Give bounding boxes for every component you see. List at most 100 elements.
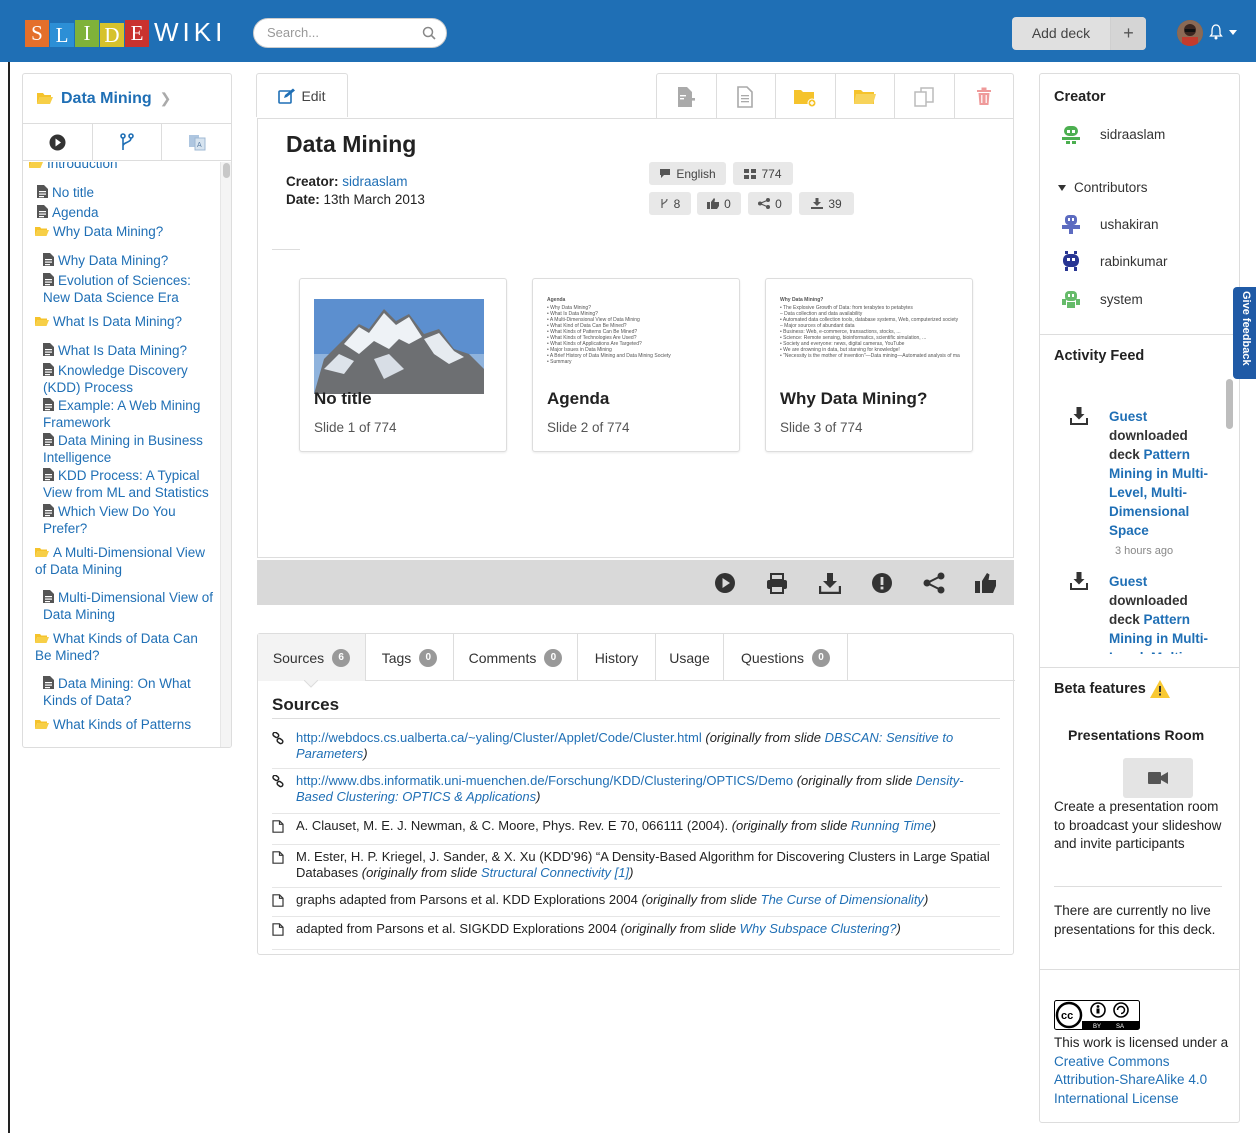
thumbs-up-icon[interactable]	[975, 572, 997, 594]
slide-card[interactable]: Agenda • Why Data Mining? • What Is Data M…	[532, 278, 740, 452]
origin-slide-link[interactable]: Running Time	[851, 818, 932, 833]
license-link[interactable]: Creative Commons Attribution-ShareAlike …	[1054, 1054, 1207, 1106]
folder-icon	[35, 315, 49, 331]
cc-by-sa-license-badge[interactable]: cc BY SA	[1054, 1000, 1140, 1030]
user-avatar[interactable]	[1177, 20, 1203, 46]
tree-slide-item[interactable]: No title	[37, 185, 217, 202]
tab-tags[interactable]: Tags 0	[366, 634, 454, 681]
duplicate-slide-button[interactable]	[717, 74, 776, 119]
contributor-username: rabinkumar	[1100, 253, 1168, 269]
thumbnail-line: • Summary	[547, 359, 572, 365]
tree-folder-item[interactable]: What Is Data Mining?	[35, 314, 215, 331]
cc-sa-text: SA	[1116, 1024, 1124, 1030]
slide-thumbnail-text: Agenda • Why Data Mining? • What Is Data M…	[547, 297, 727, 365]
beta-features-heading: Beta features	[1054, 679, 1171, 699]
deck-tree-title[interactable]: Data Mining	[61, 90, 152, 108]
scrollbar-thumb[interactable]	[1226, 379, 1233, 429]
contributor-user[interactable]: ushakiran	[1060, 214, 1159, 234]
tree-slide-item[interactable]: What Is Data Mining?	[43, 343, 215, 360]
edit-button[interactable]: Edit	[256, 73, 348, 117]
tree-folder-item[interactable]: What Kinds of Patterns	[35, 717, 219, 734]
origin-slide-link[interactable]: Why Subspace Clustering?	[740, 921, 897, 936]
slide-icon	[43, 343, 54, 360]
tab-questions[interactable]: Questions 0	[724, 634, 848, 681]
tab-history[interactable]: History	[578, 634, 656, 681]
file-icon	[272, 851, 284, 864]
duplicate-subdeck-button[interactable]	[836, 74, 895, 119]
give-feedback-tab[interactable]: Give feedback	[1233, 287, 1256, 379]
contributor-user[interactable]: system	[1060, 289, 1143, 309]
tab-play[interactable]	[23, 124, 93, 160]
tree-slide-item[interactable]: Which View Do You Prefer?	[43, 504, 215, 536]
source-origin: (originally from slide Structural Connec…	[362, 865, 634, 880]
copy-button[interactable]	[895, 74, 955, 119]
comment-icon	[660, 169, 671, 178]
source-url-link[interactable]: http://www.dbs.informatik.uni-muenchen.d…	[296, 773, 793, 788]
add-subdeck-button[interactable]	[776, 74, 836, 119]
tree-folder-item[interactable]: What Kinds of Data Can Be Mined?	[35, 631, 215, 663]
tree-folder-item[interactable]: Introduction	[29, 162, 214, 173]
logo-wiki-text: WIKI	[154, 17, 227, 47]
origin-slide-link[interactable]: The Curse of Dimensionality	[761, 892, 924, 907]
downloads-badge[interactable]: 39	[799, 192, 854, 215]
tree-slide-item[interactable]: Example: A Web Mining Framework	[43, 398, 215, 430]
shares-badge[interactable]: 0	[748, 192, 792, 215]
slide-card[interactable]: Why Data Mining? • The Explosive Growth o…	[765, 278, 973, 452]
tree-slide-item[interactable]: Evolution of Sciences: New Data Science …	[43, 273, 215, 305]
tab-comments[interactable]: Comments 0	[454, 634, 578, 681]
scrollbar-thumb[interactable]	[223, 163, 230, 178]
print-icon[interactable]	[766, 572, 788, 594]
tree-slide-item[interactable]: Knowledge Discovery (KDD) Process	[43, 363, 215, 395]
forks-badge[interactable]: 8	[649, 192, 691, 215]
tab-sources[interactable]: Sources 6	[258, 634, 366, 681]
divider	[1040, 969, 1239, 970]
contributor-user[interactable]: rabinkumar	[1060, 251, 1168, 271]
slidewiki-logo[interactable]: S L I D E WIKI	[25, 17, 226, 47]
chevron-down-icon[interactable]	[1229, 30, 1237, 35]
download-icon[interactable]	[819, 572, 841, 594]
logo-letter: D	[100, 23, 124, 47]
search-input[interactable]	[267, 25, 417, 40]
search-icon[interactable]	[422, 26, 436, 40]
tree-slide-item[interactable]: KDD Process: A Typical View from ML and …	[43, 468, 215, 500]
likes-badge[interactable]: 0	[697, 192, 741, 215]
tree-slide-item[interactable]: Data Mining in Business Intelligence	[43, 433, 215, 465]
feed-user-link[interactable]: Guest	[1109, 409, 1147, 424]
origin-slide-link[interactable]: Structural Connectivity [1]	[481, 865, 629, 880]
tree-slide-item[interactable]: Why Data Mining?	[43, 253, 215, 270]
start-presentation-button[interactable]	[1123, 758, 1193, 798]
tab-fork[interactable]	[93, 124, 163, 160]
divider	[272, 249, 300, 250]
feed-user-link[interactable]: Guest	[1109, 574, 1147, 589]
add-slide-button[interactable]	[657, 74, 717, 119]
report-icon[interactable]	[871, 572, 893, 594]
contributors-toggle[interactable]: Contributors	[1058, 180, 1148, 195]
tab-usage[interactable]: Usage	[656, 634, 724, 681]
share-icon[interactable]	[923, 572, 945, 594]
folder-plus-icon	[794, 89, 817, 107]
add-slide-icon	[678, 86, 696, 107]
add-deck-button[interactable]: Add deck +	[1012, 17, 1146, 50]
search-box[interactable]	[253, 18, 447, 48]
tree-slide-item[interactable]: Agenda	[37, 205, 217, 222]
creator-user[interactable]: sidraaslam	[1060, 124, 1165, 144]
deck-tree-header[interactable]: Data Mining ❯	[23, 74, 231, 124]
tab-translate[interactable]: A	[162, 124, 231, 160]
tree-folder-item[interactable]: Why Data Mining?	[35, 224, 215, 241]
tree-slide-item[interactable]: Data Mining: On What Kinds of Data?	[43, 676, 215, 708]
tree-scrollbar[interactable]	[220, 162, 231, 747]
tree-slide-item[interactable]: Multi-Dimensional View of Data Mining	[43, 590, 215, 622]
creator-link[interactable]: sidraaslam	[342, 174, 407, 189]
right-sidebar: Creator sidraaslam Contributors ushakira…	[1039, 73, 1240, 1123]
delete-button[interactable]	[955, 74, 1014, 119]
tree-item-label: Example: A Web Mining Framework	[43, 398, 201, 430]
add-deck-plus-button[interactable]: +	[1110, 17, 1146, 50]
play-icon[interactable]	[714, 572, 736, 594]
origin-suffix: )	[536, 789, 541, 804]
bell-icon[interactable]	[1209, 24, 1223, 40]
tree-folder-item[interactable]: A Multi-Dimensional View of Data Mining	[35, 545, 219, 577]
slide-card[interactable]: No title Slide 1 of 774	[299, 278, 507, 452]
source-url-link[interactable]: http://webdocs.cs.ualberta.ca/~yaling/Cl…	[296, 730, 702, 745]
edit-icon	[278, 88, 296, 104]
feed-scrollbar[interactable]	[1226, 379, 1234, 654]
